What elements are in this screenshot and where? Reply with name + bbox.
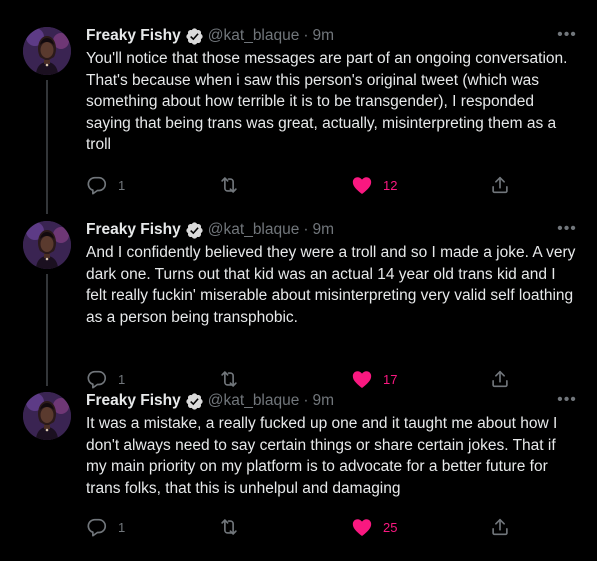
display-name[interactable]: Freaky Fishy — [86, 221, 181, 239]
share-button[interactable] — [489, 515, 511, 539]
retweet-icon — [218, 368, 240, 390]
share-button[interactable] — [489, 367, 511, 391]
thread-line — [46, 190, 48, 214]
reply-icon — [86, 174, 108, 196]
tweet-actions: 1 25 — [86, 515, 526, 539]
like-count: 12 — [383, 177, 398, 193]
tweet-3[interactable]: Freaky Fishy @kat_blaque · 9m ••• It was… — [0, 361, 597, 561]
verified-badge-icon — [185, 27, 204, 46]
retweet-button[interactable] — [218, 367, 240, 391]
more-dots-icon[interactable]: ••• — [555, 219, 579, 239]
handle[interactable]: @kat_blaque — [208, 27, 300, 45]
verified-badge-icon — [185, 221, 204, 240]
handle[interactable]: @kat_blaque — [208, 392, 300, 410]
tweet-text: And I confidently believed they were a t… — [86, 244, 576, 326]
tweet-actions: 1 17 — [86, 367, 526, 391]
more-dots-icon[interactable]: ••• — [555, 25, 579, 45]
more-dots-icon[interactable]: ••• — [555, 390, 579, 410]
tweet-header: Freaky Fishy @kat_blaque · 9m — [86, 25, 334, 47]
avatar[interactable] — [23, 392, 71, 440]
reply-button[interactable]: 1 — [86, 367, 125, 391]
thread-line — [46, 361, 48, 385]
display-name[interactable]: Freaky Fishy — [86, 392, 181, 410]
thread-line — [46, 80, 48, 192]
like-button[interactable]: 17 — [351, 367, 397, 391]
reply-icon — [86, 368, 108, 390]
avatar[interactable] — [23, 221, 71, 269]
tweet-2[interactable]: Freaky Fishy @kat_blaque · 9m ••• And I … — [0, 190, 597, 391]
heart-icon — [351, 516, 373, 538]
share-button[interactable] — [489, 173, 511, 197]
tweet-actions: 1 12 — [86, 173, 526, 197]
reply-count: 1 — [118, 519, 126, 535]
reply-button[interactable]: 1 — [86, 515, 125, 539]
share-icon — [489, 368, 511, 390]
share-icon — [489, 174, 511, 196]
avatar[interactable] — [23, 27, 71, 75]
display-name[interactable]: Freaky Fishy — [86, 27, 181, 45]
separator-dot: · — [303, 27, 309, 44]
heart-icon — [351, 368, 373, 390]
reply-button[interactable]: 1 — [86, 173, 125, 197]
retweet-button[interactable] — [218, 515, 240, 539]
handle[interactable]: @kat_blaque — [208, 221, 300, 239]
tweet-text: You'll notice that those messages are pa… — [86, 50, 568, 153]
timestamp[interactable]: 9m — [313, 27, 335, 45]
tweet-header: Freaky Fishy @kat_blaque · 9m — [86, 390, 334, 412]
tweet-1[interactable]: Freaky Fishy @kat_blaque · 9m ••• You'll… — [0, 24, 597, 196]
timestamp[interactable]: 9m — [313, 392, 335, 410]
retweet-button[interactable] — [218, 173, 240, 197]
timestamp[interactable]: 9m — [313, 221, 335, 239]
separator-dot: · — [303, 221, 309, 238]
reply-icon — [86, 516, 108, 538]
like-count: 17 — [383, 371, 398, 387]
verified-badge-icon — [185, 392, 204, 411]
tweet-header: Freaky Fishy @kat_blaque · 9m — [86, 219, 334, 241]
retweet-icon — [218, 174, 240, 196]
like-button[interactable]: 12 — [351, 173, 397, 197]
share-icon — [489, 516, 511, 538]
like-button[interactable]: 25 — [351, 515, 397, 539]
heart-icon — [351, 174, 373, 196]
retweet-icon — [218, 516, 240, 538]
reply-count: 1 — [118, 177, 126, 193]
reply-count: 1 — [118, 371, 126, 387]
like-count: 25 — [383, 519, 398, 535]
tweet-text: It was a mistake, a really fucked up one… — [86, 415, 558, 497]
separator-dot: · — [303, 392, 309, 409]
